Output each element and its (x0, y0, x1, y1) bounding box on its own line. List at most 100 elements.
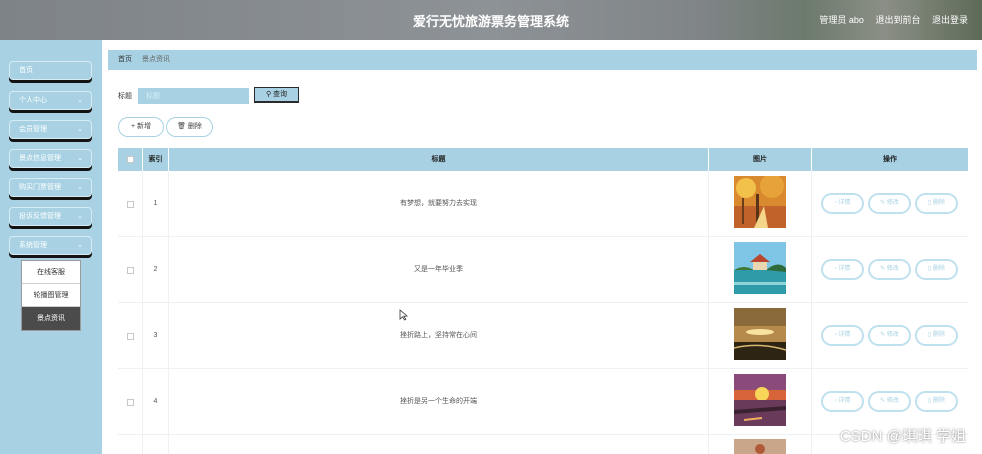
row-image-cell (709, 171, 812, 237)
row-image-cell (709, 435, 812, 454)
detail-button[interactable]: ▫ 详情 (821, 325, 864, 346)
delete-button[interactable]: ▯ 删除 (915, 391, 958, 412)
edit-button-label: 修改 (886, 266, 899, 272)
header-operations: 操作 (883, 156, 897, 163)
table-header: 索引 标题 图片 操作 (118, 148, 968, 171)
row-title: 挫折路上，坚持常在心间 (169, 303, 709, 369)
row-checkbox[interactable] (127, 267, 134, 274)
row-checkbox[interactable] (127, 333, 134, 340)
sea-sunset-thumbnail (734, 308, 786, 360)
edit-icon: ✎ (880, 200, 886, 206)
header-image: 图片 (709, 148, 812, 171)
search-icon: ⚲ (265, 91, 272, 98)
chevron-down-icon: ⌄ (77, 97, 83, 104)
batch-delete-button[interactable]: 🗑 删除 (166, 117, 213, 137)
delete-button[interactable]: ▯ 删除 (915, 193, 958, 214)
title-search-input[interactable] (138, 88, 249, 104)
mouse-cursor-icon (399, 309, 408, 321)
chevron-down-icon: ⌄ (77, 155, 83, 162)
table-row: 3 挫折路上，坚持常在心间 ▫ 详情 ✎ 修改 ▯ 删除 (118, 303, 968, 369)
search-button-label: 查询 (273, 91, 288, 98)
table-row: 1 有梦想，就要努力去实现 ▫ 详情 ✎ 修改 ▯ 删除 (118, 171, 968, 237)
detail-button[interactable]: ▫ 详情 (821, 391, 864, 412)
trash-icon: ▯ (928, 200, 932, 206)
row-operations: ▫ 详情 ✎ 修改 ▯ 删除 (812, 171, 968, 237)
logout-link[interactable]: 退出登录 (932, 15, 968, 25)
add-button-label: 新增 (137, 123, 152, 130)
detail-icon: ▫ (834, 332, 837, 338)
sidebar-item-personal-center[interactable]: 个人中心 ⌄ (9, 91, 92, 110)
detail-button-label: 详情 (838, 200, 851, 206)
chevron-down-icon: ⌄ (77, 126, 83, 133)
row-select-cell (118, 237, 143, 303)
delete-button[interactable]: ▯ 删除 (915, 259, 958, 280)
detail-icon: ▫ (834, 200, 837, 206)
submenu-item-online-service[interactable]: 在线客服 (22, 261, 80, 284)
row-title: 又是一年毕业季 (169, 237, 709, 303)
edit-button[interactable]: ✎ 修改 (868, 325, 911, 346)
app-root: 爱行无忧旅游票务管理系统 管理员 abo 退出到前台 退出登录 首页 个人中心 … (0, 0, 982, 454)
sidebar: 首页 个人中心 ⌄ 会员管理 ⌄ 景点信息管理 ⌄ 购买门票管理 ⌄ 投诉反馈管… (0, 40, 102, 454)
breadcrumb-home[interactable]: 首页 (118, 56, 132, 63)
detail-button[interactable]: ▫ 详情 (821, 193, 864, 214)
search-button[interactable]: ⚲ 查询 (254, 87, 299, 103)
delete-button-label: 删除 (932, 398, 945, 404)
header-index: 索引 (143, 148, 169, 171)
row-checkbox[interactable] (127, 399, 134, 406)
row-image-cell (709, 237, 812, 303)
search-label: 标题 (118, 93, 132, 100)
sidebar-item-home[interactable]: 首页 (9, 61, 92, 80)
plus-icon: + (130, 123, 136, 130)
edit-button-label: 修改 (886, 332, 899, 338)
select-all-cell (118, 148, 143, 171)
edit-button[interactable]: ✎ 修改 (868, 259, 911, 280)
row-title: 挫折是另一个生命的开端 (169, 369, 709, 435)
delete-button[interactable]: ▯ 删除 (915, 325, 958, 346)
sidebar-item-complaints[interactable]: 投诉反馈管理 ⌄ (9, 207, 92, 226)
pier-sunset-thumbnail (734, 374, 786, 426)
edit-button[interactable]: ✎ 修改 (868, 193, 911, 214)
watermark: CSDN @琪琪 学姐 (839, 428, 966, 445)
sidebar-item-label: 系统管理 (19, 242, 47, 249)
breadcrumb-current: 景点资讯 (141, 56, 170, 63)
submenu-item-carousel[interactable]: 轮播图管理 (22, 284, 80, 307)
trash-icon: ▯ (928, 398, 932, 404)
delete-button-label: 删除 (932, 200, 945, 206)
sidebar-item-label: 景点信息管理 (19, 155, 61, 162)
sidebar-item-label: 购买门票管理 (19, 184, 61, 191)
system-submenu: 在线客服 轮播图管理 景点资讯 (21, 260, 81, 331)
edit-button[interactable]: ✎ 修改 (868, 391, 911, 412)
detail-button[interactable]: ▫ 详情 (821, 259, 864, 280)
sidebar-item-members[interactable]: 会员管理 ⌄ (9, 120, 92, 139)
row-select-cell (118, 435, 143, 454)
submenu-item-scenic-news[interactable]: 景点资讯 (22, 307, 80, 330)
edit-button-label: 修改 (886, 200, 899, 206)
current-user: 管理员 abo (819, 15, 864, 25)
autumn-forest-thumbnail (734, 176, 786, 228)
row-select-cell (118, 171, 143, 237)
top-header: 爱行无忧旅游票务管理系统 管理员 abo 退出到前台 退出登录 (0, 0, 982, 40)
header-user-area: 管理员 abo 退出到前台 退出登录 (810, 13, 968, 26)
row-title: 有梦想，就要努力去实现 (169, 171, 709, 237)
row-checkbox[interactable] (127, 201, 134, 208)
back-to-front-link[interactable]: 退出到前台 (875, 15, 920, 25)
row-index: 2 (143, 237, 169, 303)
row-index: 3 (143, 303, 169, 369)
row-title-cell (169, 435, 709, 454)
row-select-cell (118, 303, 143, 369)
detail-icon: ▫ (834, 398, 837, 404)
header-title: 标题 (169, 148, 709, 171)
trash-icon: 🗑 (177, 123, 186, 130)
chevron-down-icon: ⌄ (77, 242, 83, 249)
sidebar-item-label: 首页 (19, 67, 33, 74)
breadcrumb: 首页 景点资讯 (108, 50, 977, 70)
add-button[interactable]: + 新增 (118, 117, 164, 137)
sidebar-item-scenic-info[interactable]: 景点信息管理 ⌄ (9, 149, 92, 168)
lake-pavilion-thumbnail (734, 242, 786, 294)
sidebar-item-system[interactable]: 系统管理 ⌄ (9, 236, 92, 255)
edit-icon: ✎ (880, 332, 886, 338)
sidebar-item-label: 会员管理 (19, 126, 47, 133)
detail-button-label: 详情 (838, 398, 851, 404)
select-all-checkbox[interactable] (127, 156, 134, 163)
sidebar-item-tickets[interactable]: 购买门票管理 ⌄ (9, 178, 92, 197)
